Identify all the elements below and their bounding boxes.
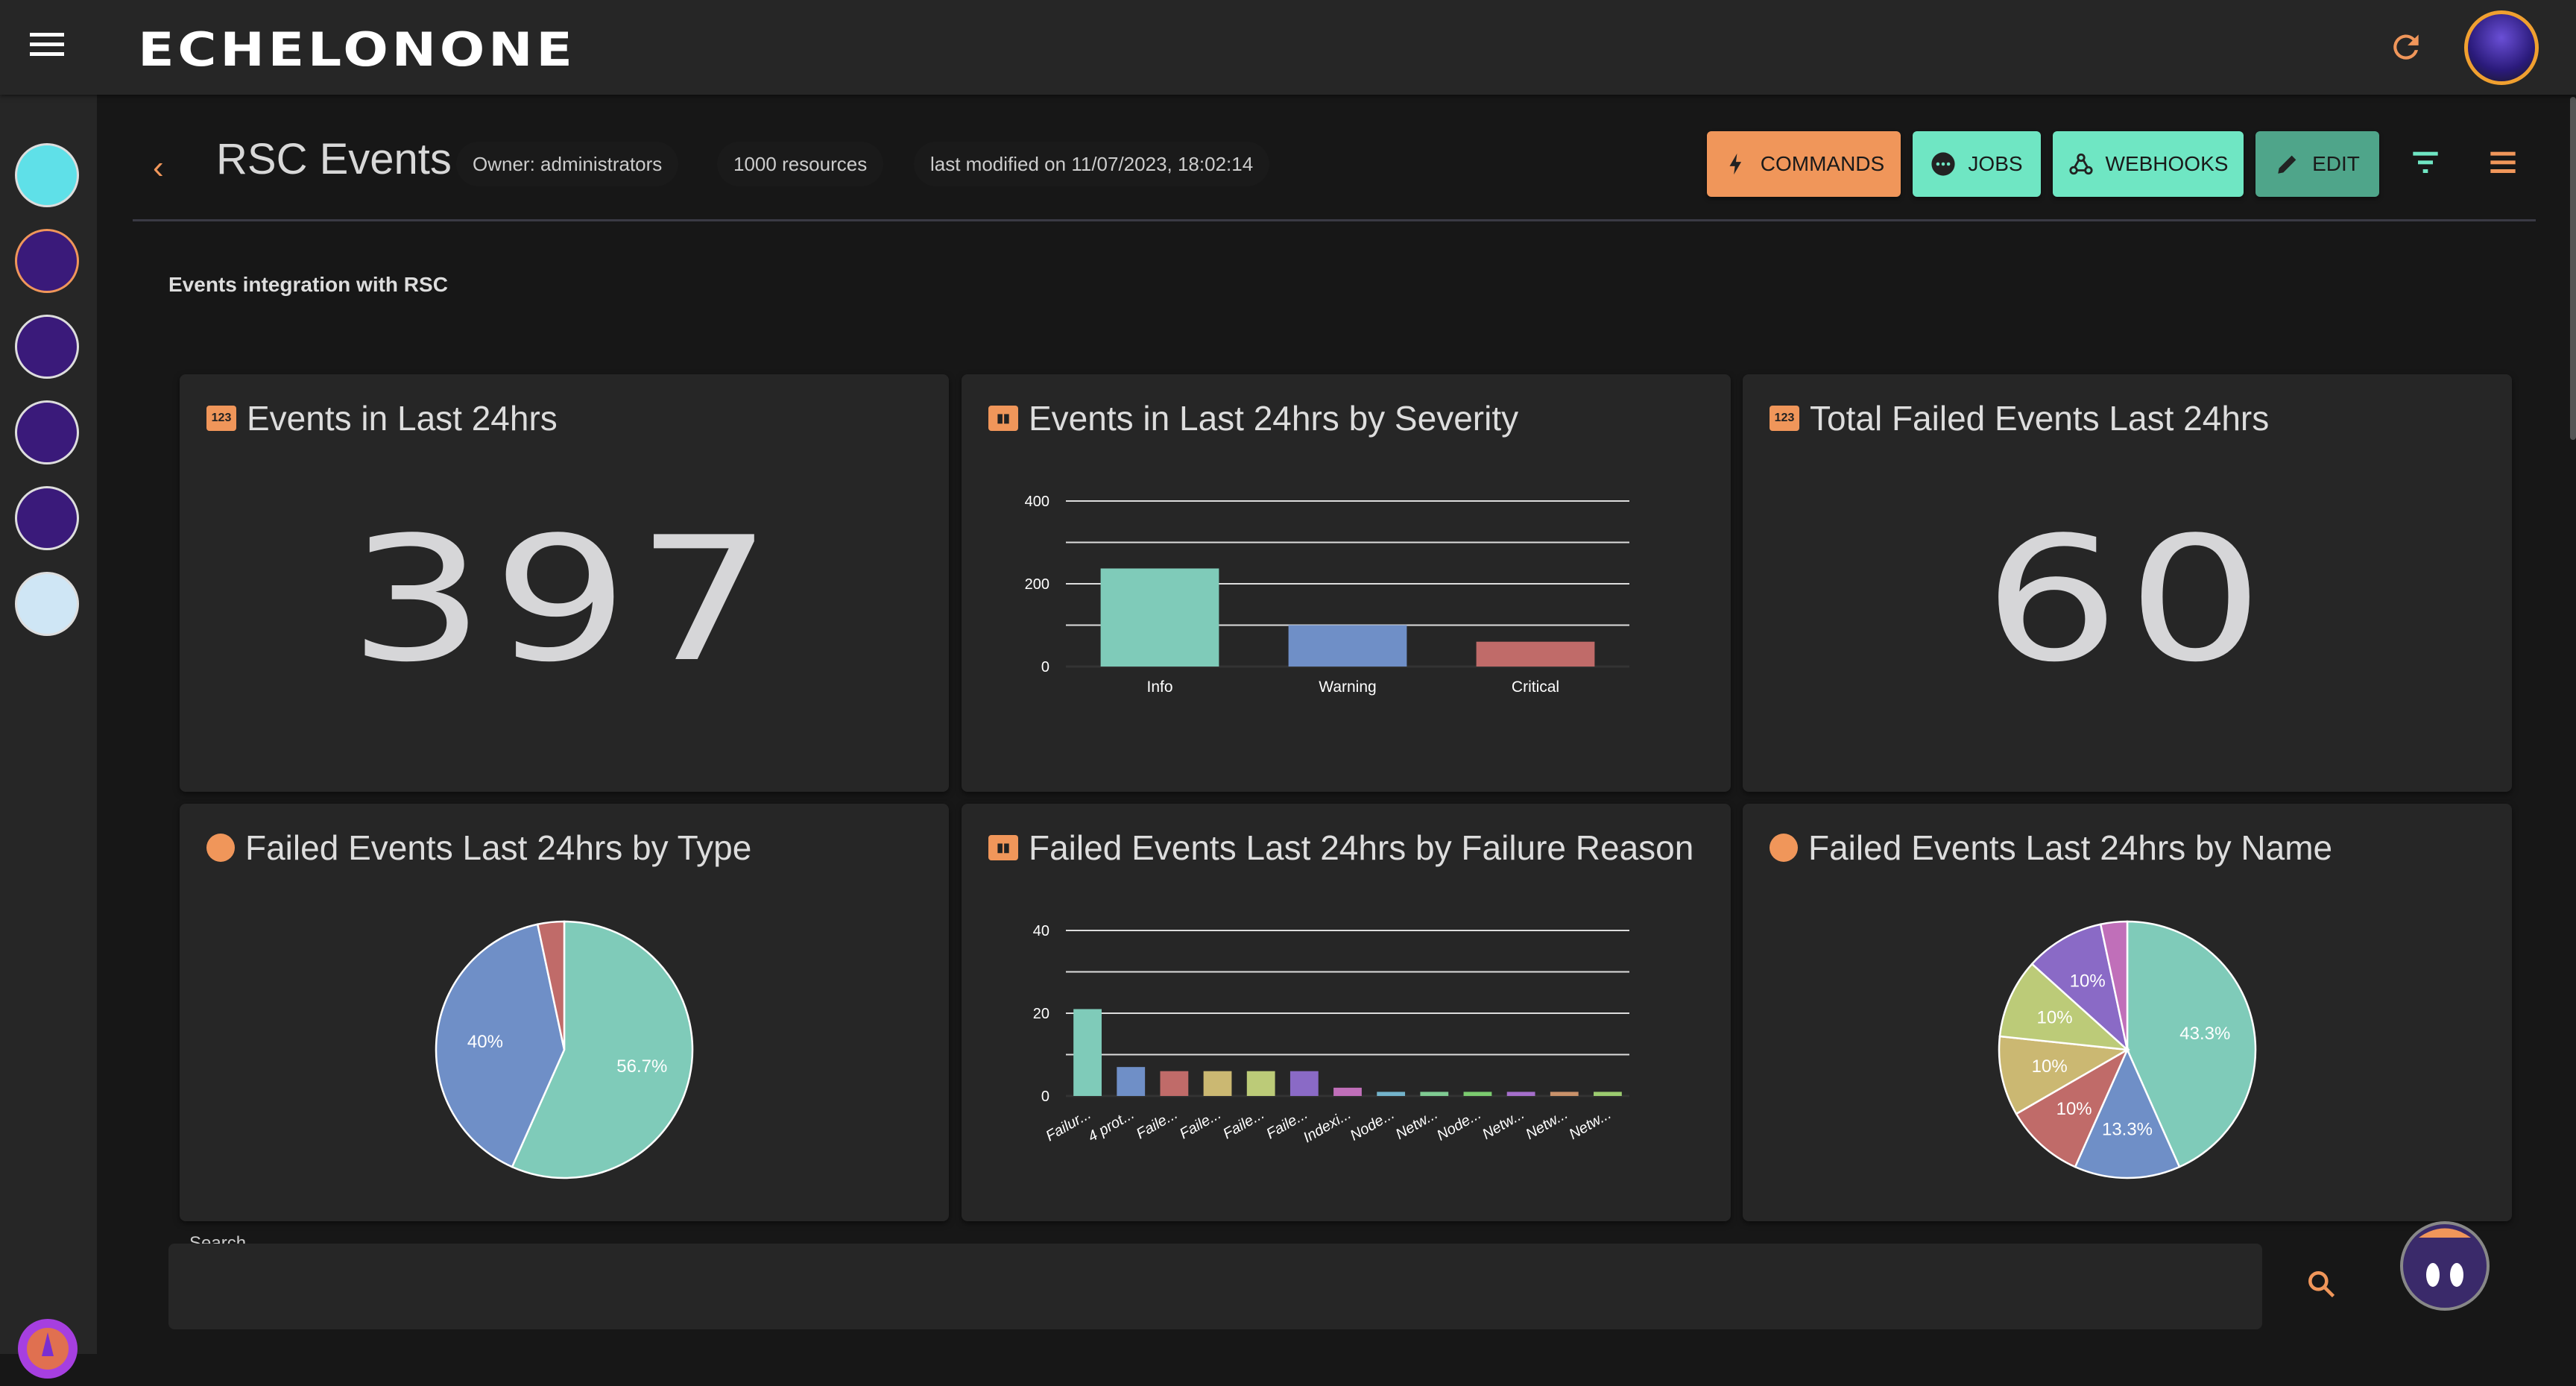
y-tick-label: 20 <box>1033 1006 1049 1022</box>
events-count: 397 <box>348 501 780 700</box>
bar <box>1288 625 1407 667</box>
top-bar: ECHELONONE <box>0 0 2576 95</box>
scrollbar[interactable] <box>2570 97 2576 440</box>
settings-gear-icon[interactable] <box>10 1311 85 1386</box>
slice-label: 56.7% <box>616 1056 667 1077</box>
sidebar <box>0 95 97 1379</box>
y-tick-label: 0 <box>1041 1089 1049 1105</box>
bar <box>1117 1067 1146 1096</box>
card-events-24h: 123 Events in Last 24hrs 397 <box>180 374 949 792</box>
bar <box>1333 1087 1362 1096</box>
webhook-icon <box>2068 153 2093 175</box>
logo: ECHELONONE <box>138 22 576 77</box>
failed-count: 60 <box>1983 501 2271 700</box>
sidebar-item-document-icon[interactable] <box>15 400 79 464</box>
resources-chip: 1000 resources <box>717 142 884 186</box>
type-pie-chart: 56.7% 40% <box>435 920 694 1179</box>
filter-icon[interactable] <box>2411 149 2440 174</box>
slice-label: 10% <box>2070 971 2106 992</box>
card-title: Events in Last 24hrs <box>247 399 558 438</box>
card-failed-total: 123 Total Failed Events Last 24hrs 60 <box>1743 374 2512 792</box>
lightning-icon <box>1729 153 1741 175</box>
owner-chip: Owner: administrators <box>456 142 679 186</box>
bar <box>1289 1071 1319 1096</box>
sidebar-item-helmet-icon[interactable] <box>15 572 79 636</box>
bar <box>1073 1009 1102 1096</box>
x-tick-label: Faile... <box>1134 1106 1181 1142</box>
sidebar-item-dashboard-icon[interactable] <box>15 143 79 207</box>
bar <box>1160 1071 1189 1096</box>
card-severity: ▮▮ Events in Last 24hrs by Severity 0 200 4… <box>962 374 1731 792</box>
number-icon: 123 <box>1770 406 1799 431</box>
x-tick-label: Netw... <box>1523 1106 1570 1143</box>
bar <box>1377 1092 1406 1096</box>
list-menu-icon[interactable] <box>2488 149 2518 174</box>
slice-label: 43.3% <box>2179 1024 2230 1044</box>
y-tick-label: 40 <box>1033 923 1049 939</box>
bar <box>1420 1092 1449 1096</box>
refresh-icon[interactable] <box>2387 28 2425 66</box>
slice-label: 10% <box>2056 1099 2092 1119</box>
card-title: Total Failed Events Last 24hrs <box>1810 399 2270 438</box>
bar <box>1203 1071 1232 1096</box>
sidebar-item-city-icon[interactable] <box>15 486 79 550</box>
y-tick-label: 0 <box>1041 659 1049 675</box>
jobs-button[interactable]: JOBS <box>1913 131 2041 197</box>
y-tick-label: 400 <box>1025 494 1049 510</box>
sidebar-item-atom-icon[interactable] <box>15 315 79 379</box>
x-tick-label: Netw... <box>1566 1106 1614 1143</box>
bar <box>1463 1092 1492 1096</box>
x-tick-label: Failur... <box>1043 1106 1093 1144</box>
jobs-label: JOBS <box>1968 152 2023 175</box>
sidebar-item-galaxy-icon[interactable] <box>15 229 79 293</box>
y-tick-label: 200 <box>1025 576 1049 593</box>
slice-label: 13.3% <box>2102 1120 2153 1140</box>
x-tick-label: Warning <box>1319 678 1376 696</box>
commands-button[interactable]: COMMANDS <box>1707 131 1901 197</box>
description: Events integration with RSC <box>168 273 448 296</box>
hamburger-menu-button[interactable] <box>30 33 64 60</box>
slice-label: 10% <box>2032 1056 2068 1077</box>
name-pie-chart: 43.3% 13.3% 10% 10% 10% 10% <box>1998 920 2257 1179</box>
dots-circle-icon <box>1931 152 1956 176</box>
slice-label: 40% <box>467 1032 503 1052</box>
bar <box>1476 641 1595 667</box>
card-by-type: Failed Events Last 24hrs by Type 56.7% 40… <box>180 804 949 1221</box>
webhooks-label: WEBHOOKS <box>2105 152 2229 175</box>
bar <box>1246 1071 1275 1096</box>
bar <box>1594 1092 1622 1096</box>
bar <box>1550 1092 1579 1096</box>
x-tick-label: Netw... <box>1480 1106 1527 1143</box>
x-tick-label: Indexi... <box>1301 1106 1354 1146</box>
header-divider <box>133 219 2536 221</box>
last-modified-chip: last modified on 11/07/2023, 18:02:14 <box>914 142 1270 186</box>
x-tick-label: Critical <box>1512 678 1559 696</box>
assistant-bot-icon[interactable] <box>2385 1215 2504 1312</box>
x-tick-label: Faile... <box>1177 1106 1224 1142</box>
commands-label: COMMANDS <box>1760 152 1885 175</box>
number-icon: 123 <box>206 406 236 431</box>
x-tick-label: Node... <box>1348 1106 1398 1144</box>
x-tick-label: Faile... <box>1220 1106 1267 1142</box>
x-tick-label: Node... <box>1434 1106 1484 1144</box>
bar <box>1100 568 1219 667</box>
x-tick-label: Netw... <box>1393 1106 1441 1143</box>
pencil-icon <box>2278 155 2296 174</box>
search-icon[interactable] <box>2305 1267 2337 1300</box>
x-tick-label: Info <box>1146 678 1172 696</box>
edit-label: EDIT <box>2312 152 2360 175</box>
search-input[interactable] <box>168 1244 2262 1329</box>
card-by-reason: ▮▮ Failed Events Last 24hrs by Failure Re… <box>962 804 1731 1221</box>
bar <box>1506 1092 1535 1096</box>
slice-label: 10% <box>2037 1008 2073 1028</box>
card-by-name: Failed Events Last 24hrs by Name 43.3% 13… <box>1743 804 2512 1221</box>
back-chevron-icon[interactable]: ‹ <box>153 149 164 186</box>
webhooks-button[interactable]: WEBHOOKS <box>2053 131 2244 197</box>
edit-button[interactable]: EDIT <box>2255 131 2379 197</box>
severity-bar-chart: 0 200 400 Info Warning Critical <box>1025 494 1629 696</box>
user-avatar[interactable] <box>2464 10 2539 85</box>
reason-bar-chart: 02040Failur...4 prot...Faile...Faile...F… <box>1033 923 1629 1146</box>
page-title: RSC Events <box>216 135 452 183</box>
x-tick-label: 4 prot... <box>1085 1106 1137 1145</box>
